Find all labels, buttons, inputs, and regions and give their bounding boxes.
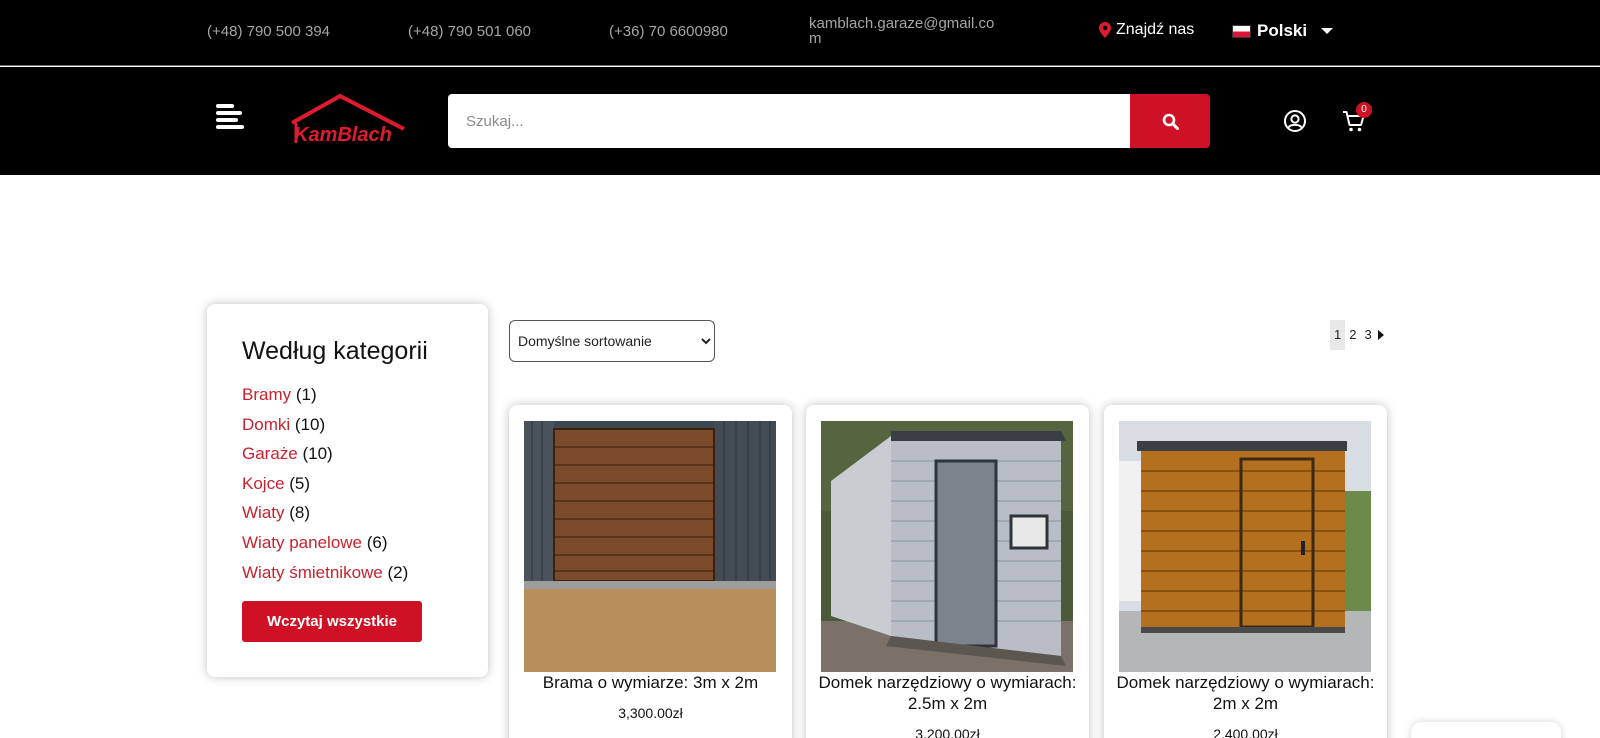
- category-count: (8): [289, 503, 311, 523]
- product-title[interactable]: Brama o wymiarze: 3m x 2m: [519, 672, 782, 693]
- search-icon: [1162, 113, 1179, 130]
- poland-flag-icon: [1232, 24, 1251, 38]
- pagination: 1 2 3: [1330, 320, 1384, 350]
- category-link-domki[interactable]: Domki: [242, 415, 290, 434]
- product-image-shed-2x2[interactable]: [1119, 421, 1371, 672]
- category-count: (2): [387, 562, 409, 582]
- kamblach-logo[interactable]: KamBlach: [290, 93, 406, 146]
- logo-text: KamBlach: [294, 124, 392, 145]
- product-price: 2,400.00zł: [1213, 726, 1278, 738]
- category-sidebar: Według kategorii Bramy (1) Domki (10) Ga…: [207, 304, 488, 677]
- product-card-shed-2x2[interactable]: Domek narzędziowy o wymiarach: 2m x 2m 2…: [1104, 405, 1387, 738]
- phone-link-3[interactable]: (+36) 70 6600980: [609, 23, 728, 40]
- category-link-wiaty-panelowe[interactable]: Wiaty panelowe: [242, 533, 362, 552]
- category-item: Garaże (10): [242, 443, 408, 473]
- main-header: KamBlach 0: [0, 67, 1600, 175]
- search-input[interactable]: [448, 94, 1131, 148]
- page-3[interactable]: 3: [1360, 320, 1375, 350]
- language-label: Polski: [1257, 21, 1308, 40]
- chat-widget[interactable]: [1411, 722, 1561, 738]
- category-item: Wiaty panelowe (6): [242, 532, 408, 562]
- product-image-shed-2-5x2[interactable]: [821, 421, 1073, 672]
- category-item: Wiaty (8): [242, 502, 408, 532]
- category-count: (6): [366, 532, 388, 552]
- sidebar-title: Według kategorii: [242, 337, 428, 365]
- page-2[interactable]: 2: [1345, 320, 1360, 350]
- category-count: (1): [295, 385, 317, 404]
- top-contact-bar: (+48) 790 500 394 (+48) 790 501 060 (+36…: [0, 0, 1600, 66]
- search-button[interactable]: [1130, 94, 1210, 148]
- account-button[interactable]: [1283, 109, 1307, 138]
- category-list: Bramy (1) Domki (10) Garaże (10) Kojce (…: [242, 384, 408, 591]
- product-price: 3,300.00zł: [618, 705, 683, 721]
- category-item: Wiaty śmietnikowe (2): [242, 562, 408, 592]
- category-item: Bramy (1): [242, 384, 408, 414]
- find-us-link[interactable]: Znajdź nas: [1099, 21, 1194, 39]
- product-card-gate[interactable]: Brama o wymiarze: 3m x 2m 3,300.00zł: [509, 405, 792, 738]
- product-card-shed-2-5x2[interactable]: Domek narzędziowy o wymiarach: 2.5m x 2m…: [806, 405, 1089, 738]
- page-1[interactable]: 1: [1330, 320, 1346, 350]
- product-title[interactable]: Domek narzędziowy o wymiarach: 2.5m x 2m: [816, 672, 1079, 714]
- category-link-wiaty[interactable]: Wiaty: [242, 503, 285, 522]
- map-pin-icon: [1099, 22, 1111, 38]
- chevron-down-icon: [1321, 28, 1334, 34]
- product-image-gate[interactable]: [524, 421, 776, 672]
- phone-link-2[interactable]: (+48) 790 501 060: [408, 23, 531, 40]
- category-count: (5): [289, 473, 311, 493]
- language-selector[interactable]: Polski: [1232, 21, 1334, 41]
- category-count: (10): [294, 414, 326, 434]
- find-us-label: Znajdź nas: [1116, 21, 1195, 38]
- category-link-wiaty-smietnikowe[interactable]: Wiaty śmietnikowe: [242, 563, 383, 582]
- category-count: (10): [302, 444, 333, 464]
- user-circle-icon: [1284, 110, 1306, 132]
- sort-select[interactable]: Domyślne sortowanie: [509, 320, 715, 362]
- load-all-button[interactable]: Wczytaj wszystkie: [242, 601, 422, 642]
- cart-count-badge: 0: [1356, 102, 1372, 118]
- category-item: Domki (10): [242, 414, 408, 444]
- product-price: 3,200.00zł: [915, 726, 980, 738]
- phone-link-1[interactable]: (+48) 790 500 394: [207, 23, 330, 40]
- category-item: Kojce (5): [242, 473, 408, 503]
- product-title[interactable]: Domek narzędziowy o wymiarach: 2m x 2m: [1114, 672, 1377, 714]
- search-bar: [448, 94, 1210, 148]
- category-link-garaze[interactable]: Garaże: [242, 444, 298, 463]
- email-link[interactable]: kamblach.garaze@gmail.com: [809, 16, 999, 46]
- category-link-bramy[interactable]: Bramy: [242, 385, 291, 404]
- hamburger-menu-icon[interactable]: [216, 104, 244, 130]
- category-link-kojce[interactable]: Kojce: [242, 474, 285, 493]
- next-page-arrow-icon[interactable]: [1377, 330, 1384, 340]
